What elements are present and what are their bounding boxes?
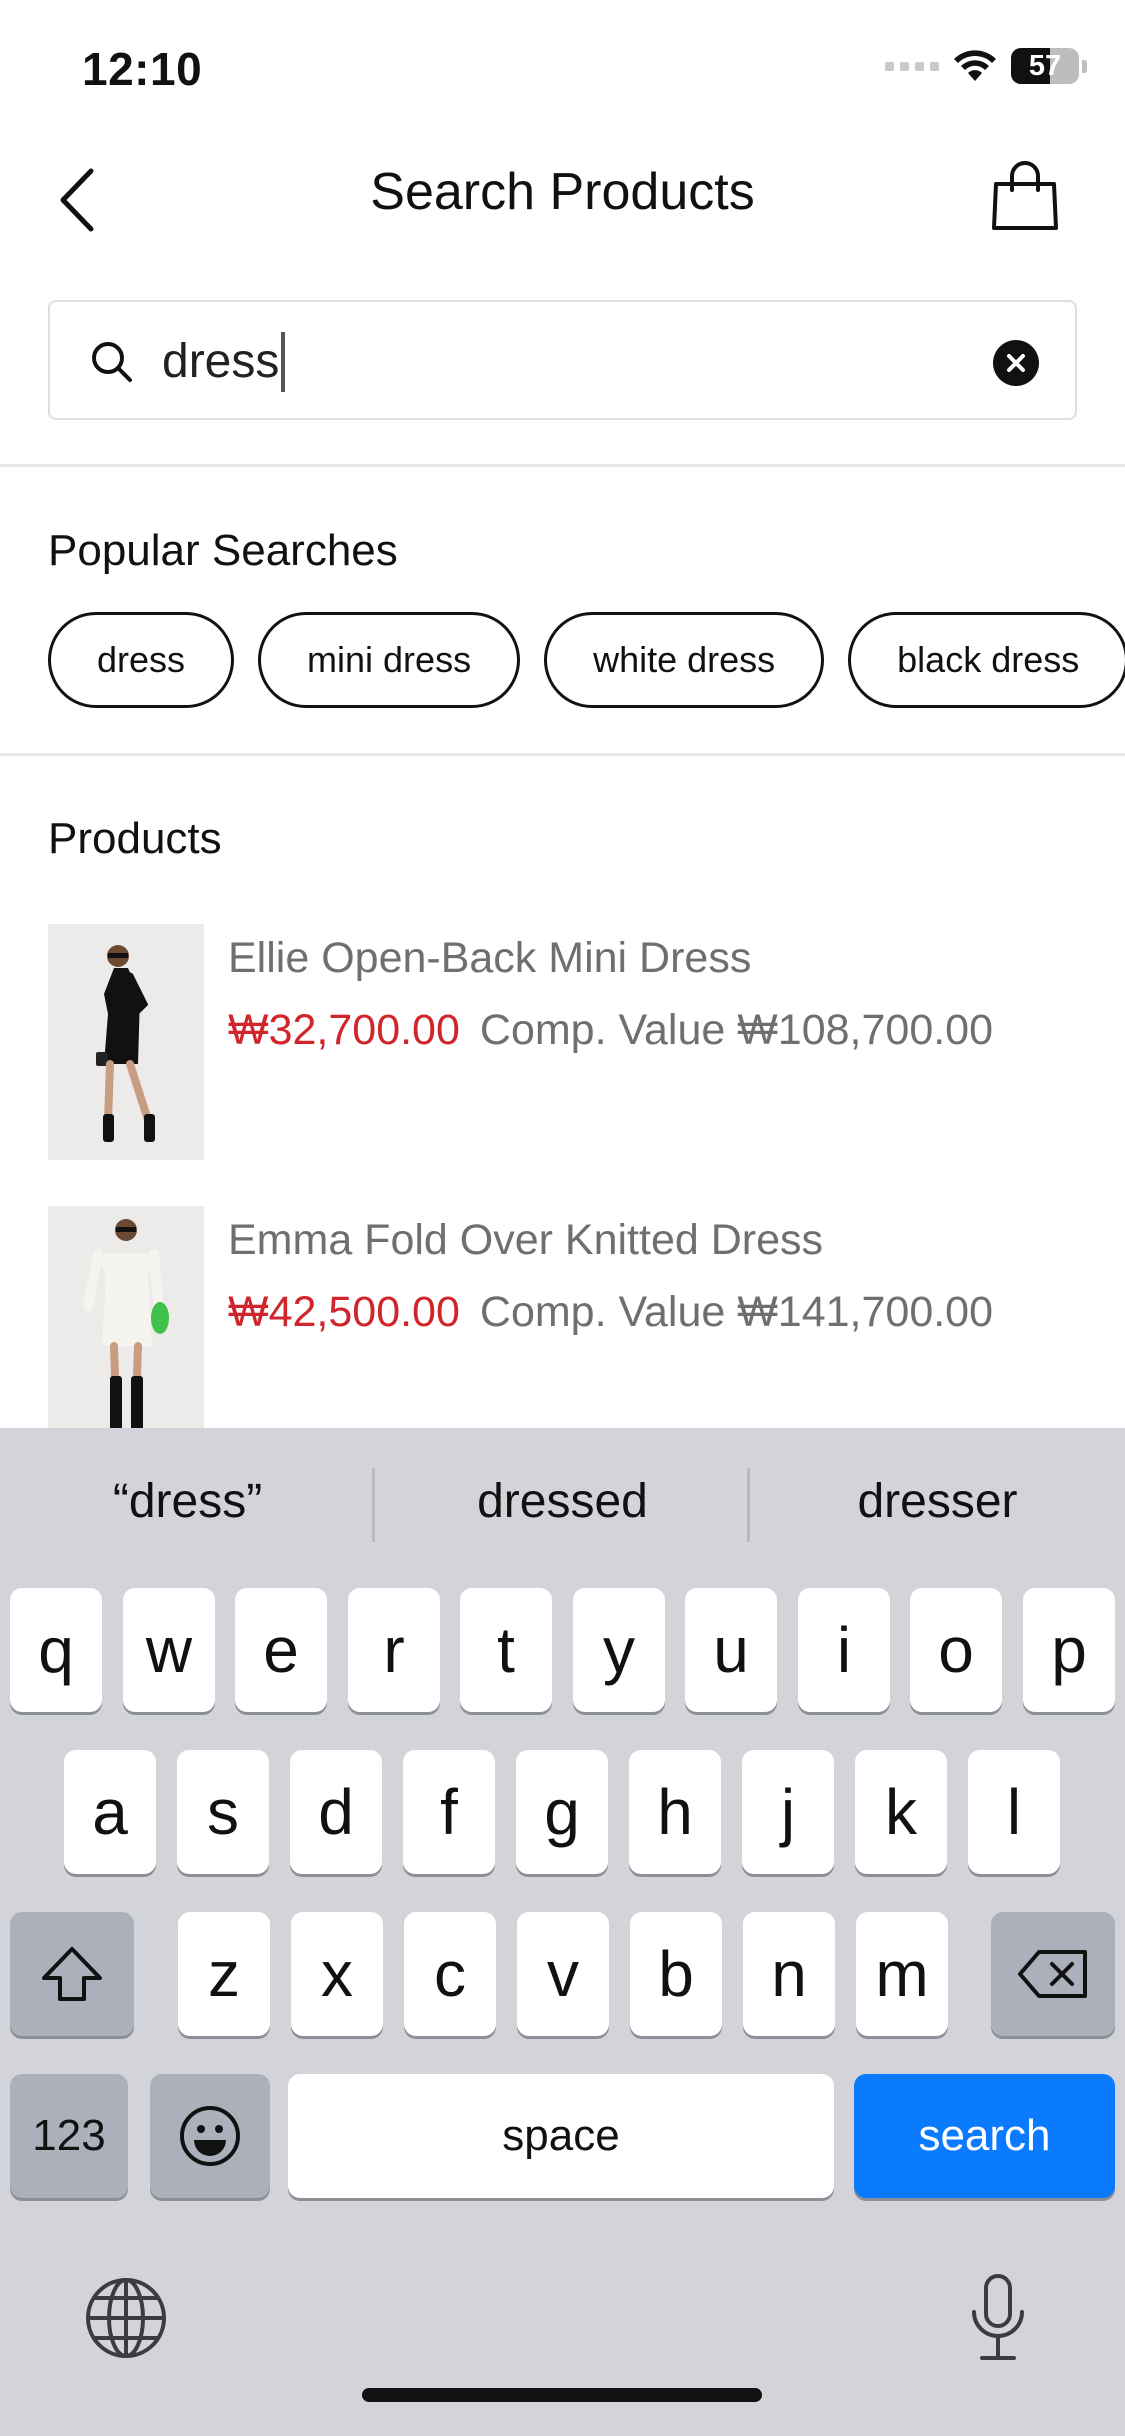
shift-icon <box>42 1947 102 2001</box>
key-c[interactable]: c <box>404 1912 496 2036</box>
shift-key[interactable] <box>10 1912 134 2036</box>
globe-button[interactable] <box>76 2268 176 2368</box>
key-x[interactable]: x <box>291 1912 383 2036</box>
wifi-icon <box>954 50 996 81</box>
popular-searches-chips: dress mini dress white dress black dress <box>48 612 1125 708</box>
key-i[interactable]: i <box>798 1588 890 1712</box>
popular-searches-title: Popular Searches <box>48 526 398 575</box>
key-j[interactable]: j <box>742 1750 834 1874</box>
search-input-value: dress <box>162 335 280 388</box>
suggestion-2[interactable]: dressed <box>375 1458 750 1546</box>
keyboard: “dress” dressed dresser qwertyuiop asdfgh… <box>0 1428 1125 2436</box>
key-u[interactable]: u <box>685 1588 777 1712</box>
status-time: 12:10 <box>82 43 203 95</box>
key-o[interactable]: o <box>910 1588 1002 1712</box>
backspace-icon <box>1018 1950 1087 1998</box>
divider <box>0 753 1125 756</box>
status-bar: 12:10 57 <box>0 0 1125 135</box>
product-name: Emma Fold Over Knitted Dress <box>228 1216 824 1264</box>
product-image <box>48 1206 204 1442</box>
search-icon <box>92 342 132 382</box>
shopping-bag-icon <box>992 161 1058 230</box>
product-price-row: ₩42,500.00 Comp. Value ₩141,700.00 <box>228 1288 993 1337</box>
key-k[interactable]: k <box>855 1750 947 1874</box>
search-field[interactable]: dress <box>48 300 1077 420</box>
product-price: ₩42,500.00 <box>228 1288 460 1336</box>
product-comp-value: Comp. Value ₩108,700.00 <box>479 1006 994 1054</box>
battery-icon: 57 <box>1011 48 1079 84</box>
numbers-key[interactable]: 123 <box>10 2074 128 2198</box>
search-input[interactable]: dress <box>162 332 286 392</box>
divider <box>0 464 1125 467</box>
chip-dress[interactable]: dress <box>48 612 235 708</box>
microphone-icon <box>972 2274 1024 2360</box>
key-a[interactable]: a <box>64 1750 156 1874</box>
cellular-signal-icon <box>885 61 939 71</box>
search-key[interactable]: search <box>854 2074 1115 2198</box>
globe-icon <box>86 2278 166 2358</box>
clear-search-button[interactable] <box>993 340 1039 386</box>
products-title: Products <box>48 814 222 863</box>
close-icon <box>1007 354 1025 372</box>
backspace-key[interactable] <box>991 1912 1115 2036</box>
chip-mini-dress[interactable]: mini dress <box>258 612 521 708</box>
key-v[interactable]: v <box>517 1912 609 2036</box>
key-m[interactable]: m <box>856 1912 948 2036</box>
product-item[interactable]: Emma Fold Over Knitted Dress ₩42,500.00 C… <box>48 1206 1125 1442</box>
key-y[interactable]: y <box>573 1588 665 1712</box>
key-e[interactable]: e <box>235 1588 327 1712</box>
keyboard-suggestions: “dress” dressed dresser <box>0 1428 1125 1578</box>
key-s[interactable]: s <box>177 1750 269 1874</box>
suggestion-3[interactable]: dresser <box>750 1458 1125 1546</box>
product-item[interactable]: Ellie Open-Back Mini Dress ₩32,700.00 Com… <box>48 924 1125 1160</box>
home-indicator <box>362 2388 762 2402</box>
key-r[interactable]: r <box>348 1588 440 1712</box>
product-image <box>48 924 204 1160</box>
product-price: ₩32,700.00 <box>228 1006 460 1054</box>
space-key[interactable]: space <box>288 2074 834 2198</box>
text-caret <box>281 332 286 392</box>
key-w[interactable]: w <box>123 1588 215 1712</box>
emoji-icon <box>180 2106 240 2166</box>
chip-black-dress[interactable]: black dress <box>848 612 1125 708</box>
key-p[interactable]: p <box>1023 1588 1115 1712</box>
key-q[interactable]: q <box>10 1588 102 1712</box>
key-z[interactable]: z <box>178 1912 270 2036</box>
emoji-key[interactable] <box>150 2074 270 2198</box>
battery-level: 57 <box>1028 50 1062 82</box>
page-title: Search Products <box>370 163 755 221</box>
key-f[interactable]: f <box>403 1750 495 1874</box>
key-l[interactable]: l <box>968 1750 1060 1874</box>
dictation-button[interactable] <box>948 2268 1048 2368</box>
shopping-bag-button[interactable] <box>985 156 1065 236</box>
key-g[interactable]: g <box>516 1750 608 1874</box>
status-icons: 57 <box>885 48 1087 84</box>
chip-white-dress[interactable]: white dress <box>544 612 825 708</box>
key-b[interactable]: b <box>630 1912 722 2036</box>
product-comp-value: Comp. Value ₩141,700.00 <box>479 1288 994 1336</box>
key-n[interactable]: n <box>743 1912 835 2036</box>
key-d[interactable]: d <box>290 1750 382 1874</box>
key-t[interactable]: t <box>460 1588 552 1712</box>
nav-bar: Search Products <box>0 140 1125 260</box>
product-name: Ellie Open-Back Mini Dress <box>228 934 752 982</box>
key-h[interactable]: h <box>629 1750 721 1874</box>
suggestion-1[interactable]: “dress” <box>0 1458 375 1546</box>
product-price-row: ₩32,700.00 Comp. Value ₩108,700.00 <box>228 1006 993 1055</box>
